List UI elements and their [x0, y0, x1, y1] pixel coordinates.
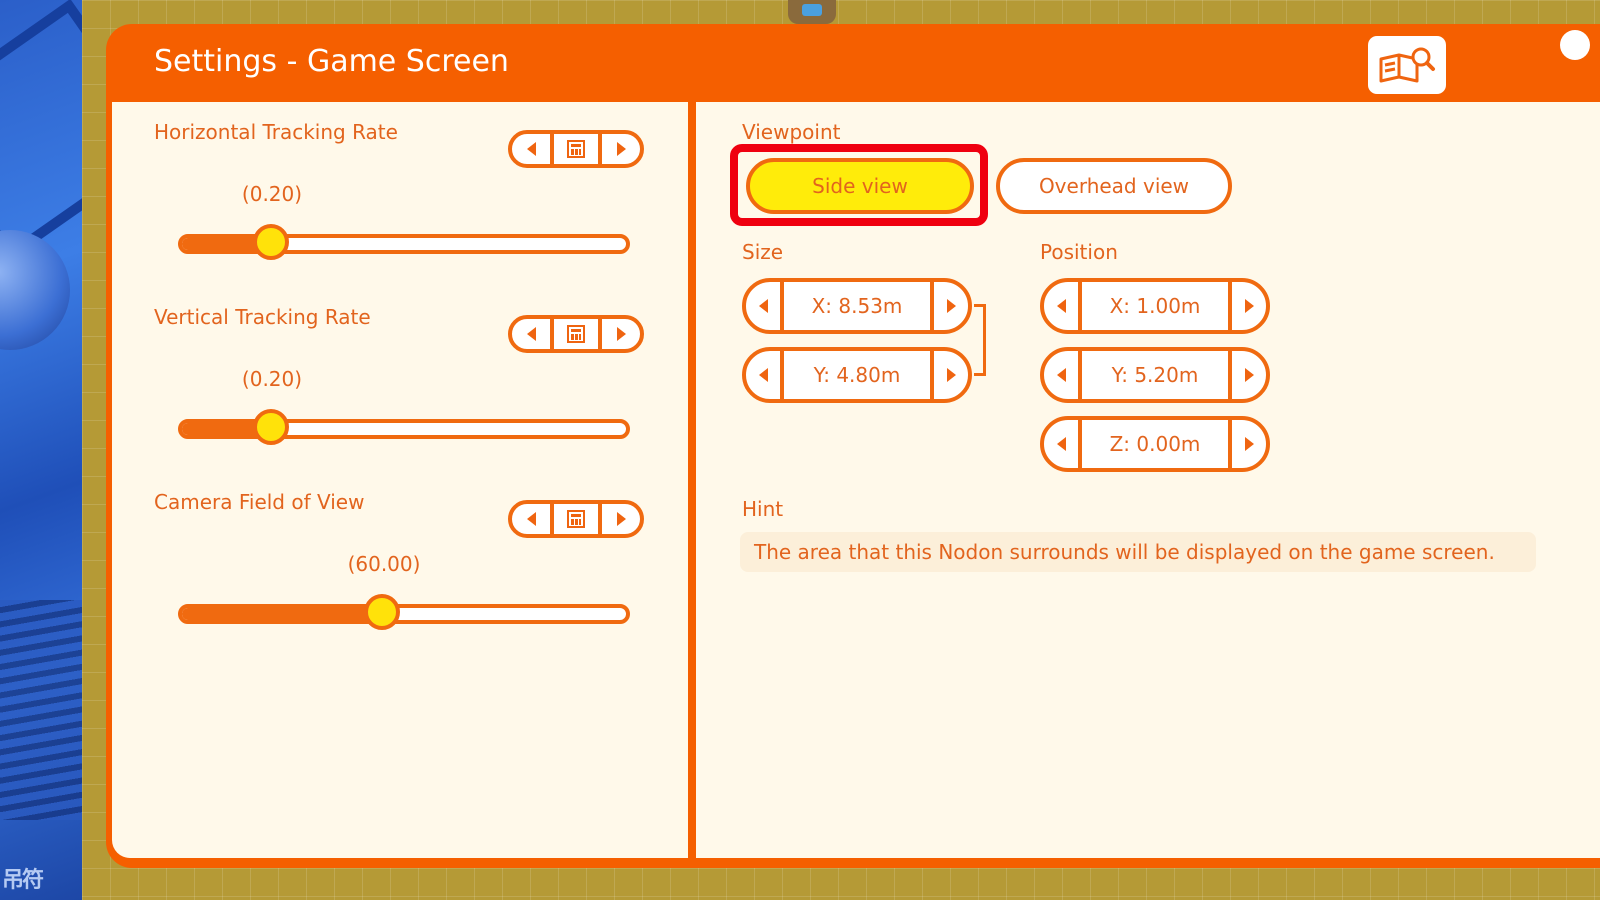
- book-magnifier-icon: [1379, 47, 1435, 83]
- horizontal-tracking-rate-stepper: [508, 130, 644, 168]
- keypad-button[interactable]: [550, 319, 602, 349]
- position-y-stepper: Y: 5.20m: [1040, 347, 1270, 403]
- position-x-stepper: X: 1.00m: [1040, 278, 1270, 334]
- hint-text: The area that this Nodon surrounds will …: [740, 532, 1536, 572]
- hint-label: Hint: [742, 497, 784, 521]
- decrement-button[interactable]: [746, 282, 780, 330]
- horizontal-tracking-rate-value: (0.20): [241, 182, 303, 206]
- help-button[interactable]: [1368, 36, 1446, 94]
- left-arrow-icon: [758, 368, 768, 382]
- keypad-button[interactable]: [550, 134, 602, 164]
- panel-title: Settings - Game Screen: [154, 44, 509, 79]
- position-z-value[interactable]: Z: 0.00m: [1078, 420, 1232, 468]
- size-x-stepper: X: 8.53m: [742, 278, 972, 334]
- increment-button[interactable]: [602, 319, 640, 349]
- nodon-icon: [788, 0, 836, 24]
- decrement-button[interactable]: [1044, 420, 1078, 468]
- left-settings-pane: Horizontal Tracking Rate (0.20) Vertical…: [112, 102, 688, 858]
- right-arrow-icon: [946, 368, 956, 382]
- camera-field-of-view-slider[interactable]: [178, 594, 630, 630]
- keypad-icon: [567, 140, 585, 158]
- keypad-icon: [567, 325, 585, 343]
- background-text: 吊符: [2, 868, 44, 893]
- camera-field-of-view-label: Camera Field of View: [154, 490, 365, 514]
- camera-field-of-view-stepper: [508, 500, 644, 538]
- side-view-button[interactable]: Side view: [746, 158, 974, 214]
- viewpoint-label: Viewpoint: [742, 120, 841, 144]
- horizontal-tracking-rate-label: Horizontal Tracking Rate: [154, 120, 398, 144]
- right-arrow-icon: [1244, 437, 1254, 451]
- size-label: Size: [742, 240, 784, 264]
- decrement-button[interactable]: [1044, 351, 1078, 399]
- decrement-button[interactable]: [1044, 282, 1078, 330]
- slider-knob[interactable]: [252, 409, 289, 445]
- size-x-value[interactable]: X: 8.53m: [780, 282, 934, 330]
- background-disc: [0, 230, 70, 350]
- right-arrow-icon: [946, 299, 956, 313]
- horizontal-tracking-rate-slider[interactable]: [178, 224, 630, 260]
- background-left-art: 吊符: [0, 0, 82, 900]
- increment-button[interactable]: [934, 282, 968, 330]
- decrement-button[interactable]: [512, 319, 550, 349]
- increment-button[interactable]: [1232, 420, 1266, 468]
- slider-knob[interactable]: [363, 594, 400, 630]
- vertical-tracking-rate-value: (0.20): [241, 367, 303, 391]
- edge-badge: [1560, 30, 1590, 60]
- camera-field-of-view-value: (60.00): [347, 552, 421, 576]
- pane-divider: [688, 102, 696, 858]
- keypad-icon: [567, 510, 585, 528]
- increment-button[interactable]: [1232, 282, 1266, 330]
- slider-fill: [182, 608, 382, 620]
- right-arrow-icon: [616, 327, 626, 341]
- right-arrow-icon: [1244, 368, 1254, 382]
- keypad-button[interactable]: [550, 504, 602, 534]
- right-arrow-icon: [616, 512, 626, 526]
- increment-button[interactable]: [934, 351, 968, 399]
- vertical-tracking-rate-slider[interactable]: [178, 409, 630, 445]
- position-x-value[interactable]: X: 1.00m: [1078, 282, 1232, 330]
- position-y-value[interactable]: Y: 5.20m: [1078, 351, 1232, 399]
- slider-knob[interactable]: [252, 224, 289, 260]
- left-arrow-icon: [526, 512, 536, 526]
- decrement-button[interactable]: [512, 504, 550, 534]
- left-arrow-icon: [758, 299, 768, 313]
- right-arrow-icon: [616, 142, 626, 156]
- increment-button[interactable]: [1232, 351, 1266, 399]
- background-shape: [0, 0, 82, 262]
- left-arrow-icon: [526, 142, 536, 156]
- left-arrow-icon: [526, 327, 536, 341]
- vertical-tracking-rate-stepper: [508, 315, 644, 353]
- position-label: Position: [1040, 240, 1118, 264]
- decrement-button[interactable]: [746, 351, 780, 399]
- settings-panel: Settings - Game Screen Horizontal Tracki…: [106, 24, 1600, 868]
- size-y-stepper: Y: 4.80m: [742, 347, 972, 403]
- background-texture: [0, 600, 82, 820]
- vertical-tracking-rate-label: Vertical Tracking Rate: [154, 305, 371, 329]
- size-y-value[interactable]: Y: 4.80m: [780, 351, 934, 399]
- left-arrow-icon: [1056, 437, 1066, 451]
- increment-button[interactable]: [602, 134, 640, 164]
- size-link-bracket: [974, 304, 986, 376]
- left-arrow-icon: [1056, 299, 1066, 313]
- left-arrow-icon: [1056, 368, 1066, 382]
- overhead-view-button[interactable]: Overhead view: [996, 158, 1232, 214]
- position-z-stepper: Z: 0.00m: [1040, 416, 1270, 472]
- right-arrow-icon: [1244, 299, 1254, 313]
- increment-button[interactable]: [602, 504, 640, 534]
- decrement-button[interactable]: [512, 134, 550, 164]
